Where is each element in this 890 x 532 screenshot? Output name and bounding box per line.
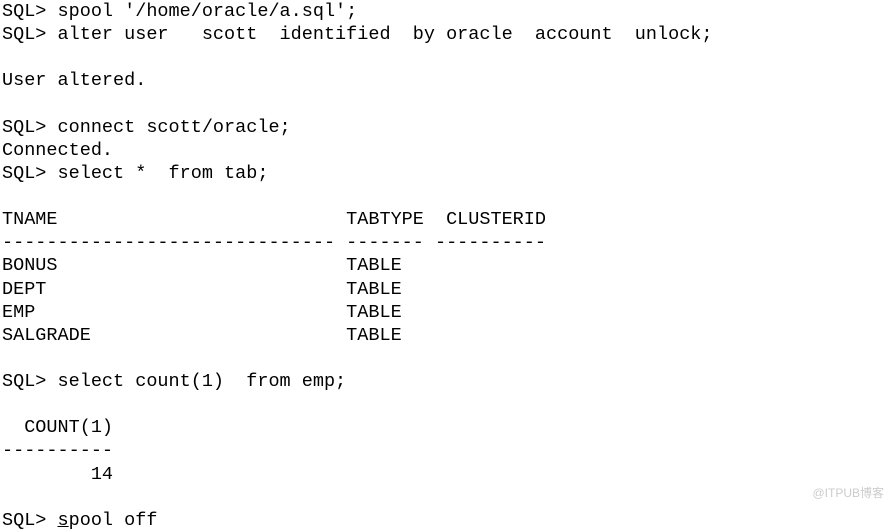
terminal-line: SQL> alter user scott identified by orac… [2,24,713,45]
terminal-output: SQL> spool '/home/oracle/a.sql'; SQL> al… [0,0,890,532]
terminal-line: DEPT TABLE [2,279,402,300]
terminal-line: SQL> spool off [2,510,157,531]
terminal-line: 14 [2,464,113,485]
terminal-line: TNAME TABTYPE CLUSTERID [2,209,546,230]
terminal-line: Connected. [2,140,113,161]
terminal-line: SQL> select * from tab; [2,163,268,184]
terminal-line: ---------- [2,440,113,461]
terminal-line: User altered. [2,70,146,91]
cursor: s [58,510,69,531]
terminal-line: SQL> connect scott/oracle; [2,117,291,138]
terminal-line: COUNT(1) [2,417,113,438]
terminal-line: SQL> select count(1) from emp; [2,371,346,392]
watermark: @ITPUB博客 [812,486,884,501]
terminal-line: EMP TABLE [2,302,402,323]
terminal-line: SQL> spool '/home/oracle/a.sql'; [2,1,357,22]
terminal-line: SALGRADE TABLE [2,325,402,346]
terminal-line: BONUS TABLE [2,255,402,276]
terminal-line: ------------------------------ ------- -… [2,232,546,253]
